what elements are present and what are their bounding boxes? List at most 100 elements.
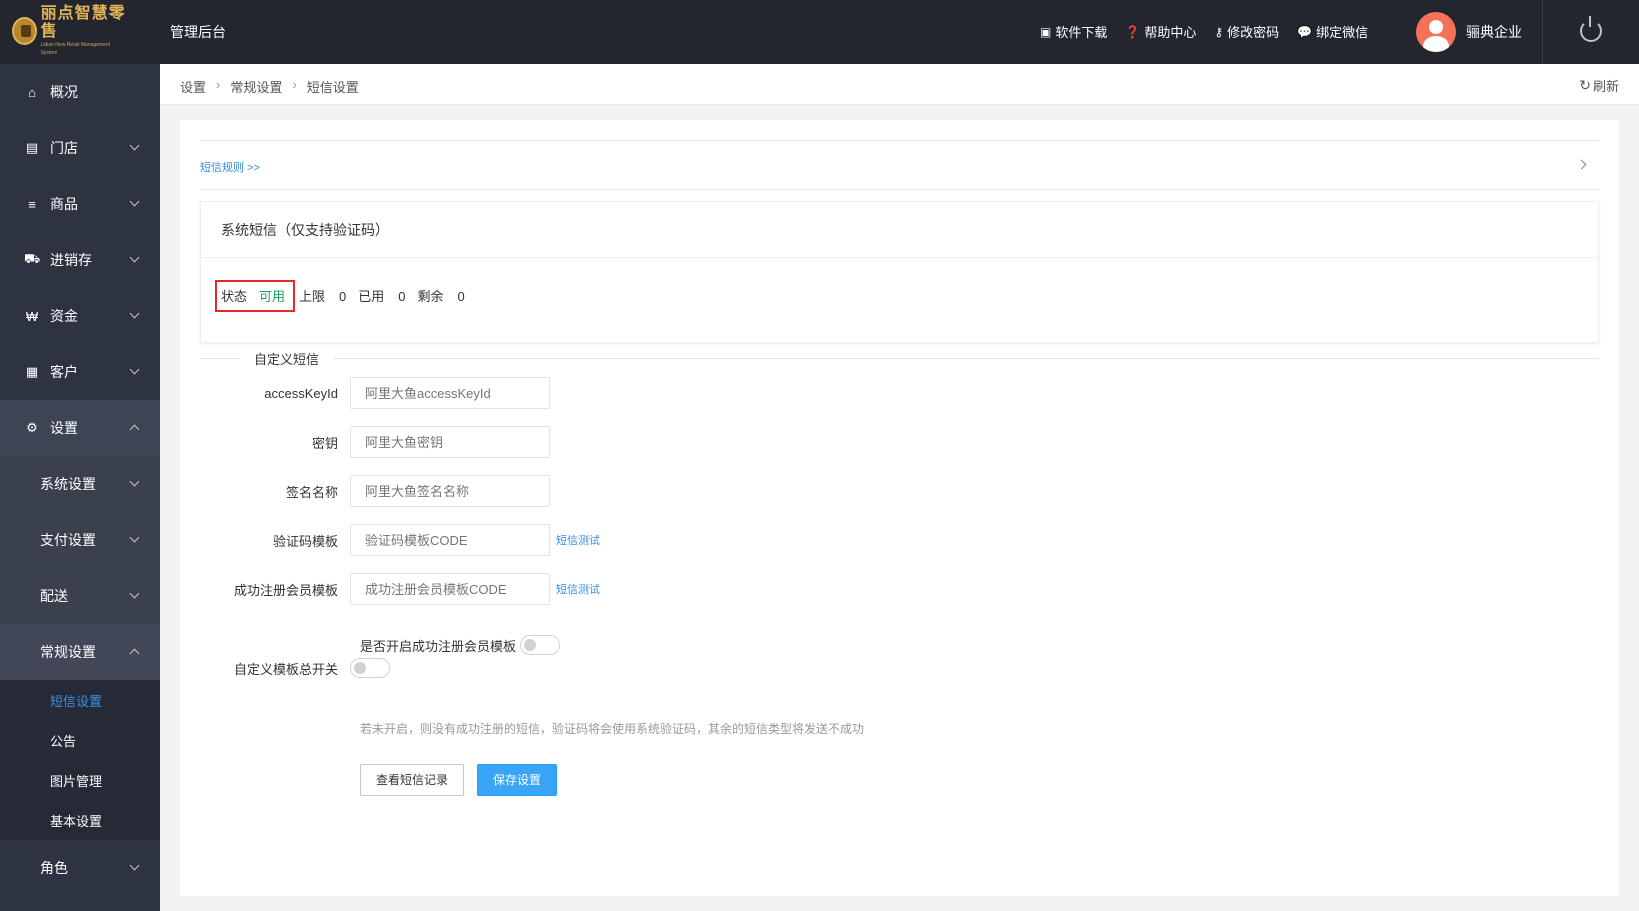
sms-rules-row[interactable]: 短信规则 >> xyxy=(200,140,1599,190)
avatar xyxy=(1416,12,1456,52)
chevron-down-icon xyxy=(129,252,140,263)
sidebar-item-goods[interactable]: ≡ 商品 xyxy=(0,176,160,232)
sms-rules-link[interactable]: 短信规则 >> xyxy=(200,159,260,175)
master-switch-label: 自定义模板总开关 xyxy=(233,661,338,677)
remain-value: 0 xyxy=(457,289,465,304)
power-icon[interactable] xyxy=(1580,16,1602,42)
chevron-down-icon xyxy=(129,196,140,207)
wechat-icon: 💬 xyxy=(1297,24,1313,39)
signature-row: 签名名称 xyxy=(200,475,550,507)
store-icon: ▣ xyxy=(1040,24,1052,39)
remain-label: 剩余 xyxy=(417,289,444,304)
secret-label: 密钥 xyxy=(311,435,338,451)
sidebar-item-settings[interactable]: ⚙ 设置 xyxy=(0,400,160,456)
register-template-toggle[interactable] xyxy=(520,635,561,655)
bind-wechat-label: 绑定微信 xyxy=(1316,25,1369,40)
breadcrumb-item[interactable]: 设置 xyxy=(180,77,206,96)
top-bar: 丽点智慧零售 Lidian New Retail Management Syst… xyxy=(0,0,1639,64)
sidebar-item-label: 门店 xyxy=(50,140,78,156)
sms-settings-card: 短信规则 >> 系统短信（仅支持验证码） 状态 可用 上限 0 已用 0 剩余 0 自定… xyxy=(180,120,1619,896)
refresh-icon: ↻ xyxy=(1579,77,1591,93)
won-icon: ₩ xyxy=(25,308,39,324)
master-template-toggle[interactable] xyxy=(350,658,390,678)
sidebar-sub-label: 常规设置 xyxy=(40,644,96,660)
verify-sms-test-link[interactable]: 短信测试 xyxy=(556,532,600,548)
register-switch-row: 是否开启成功注册会员模板 xyxy=(360,635,561,655)
sidebar-sub-general-settings[interactable]: 常规设置 xyxy=(0,624,160,680)
refresh-label: 刷新 xyxy=(1592,79,1619,94)
store-icon: ▤ xyxy=(25,140,39,155)
help-center-label: 帮助中心 xyxy=(1144,25,1197,40)
sidebar-leaf-label: 图片管理 xyxy=(50,773,103,789)
sidebar-leaf-label: 基本设置 xyxy=(50,813,103,829)
refresh-button[interactable]: ↻ 刷新 xyxy=(1579,76,1619,95)
help-center-link[interactable]: ❓ 帮助中心 xyxy=(1125,22,1196,41)
verify-template-input[interactable] xyxy=(350,524,550,556)
sidebar-sub-system-settings[interactable]: 系统设置 xyxy=(0,456,160,512)
sidebar-leaf-announcement[interactable]: 公告 xyxy=(0,720,160,760)
bind-wechat-link[interactable]: 💬 绑定微信 xyxy=(1297,22,1368,41)
sidebar-item-customers[interactable]: ▦ 客户 xyxy=(0,344,160,400)
system-sms-panel: 系统短信（仅支持验证码） 状态 可用 上限 0 已用 0 剩余 0 xyxy=(200,201,1599,343)
chevron-down-icon xyxy=(129,364,140,375)
used-label: 已用 xyxy=(358,289,385,304)
user-menu[interactable]: 骊典企业 xyxy=(1416,12,1522,52)
verify-template-label: 验证码模板 xyxy=(272,533,338,549)
sidebar-item-roles[interactable]: 角色 xyxy=(0,840,160,896)
access-key-row: accessKeyId xyxy=(200,377,550,409)
logo-title: 丽点智慧零售 xyxy=(40,5,126,40)
software-download-link[interactable]: ▣ 软件下载 xyxy=(1040,22,1107,41)
breadcrumb-item[interactable]: 常规设置 xyxy=(230,77,282,96)
chevron-up-icon xyxy=(129,424,140,435)
access-key-input[interactable] xyxy=(350,377,550,409)
remain-stat: 剩余 0 xyxy=(418,286,465,305)
access-key-label: accessKeyId xyxy=(264,385,338,401)
sidebar-leaf-basic-settings[interactable]: 基本设置 xyxy=(0,800,160,840)
sidebar-sub-label: 系统设置 xyxy=(40,476,96,492)
sidebar-leaf-image-management[interactable]: 图片管理 xyxy=(0,760,160,800)
sidebar-item-label: 角色 xyxy=(40,860,68,876)
sidebar-item-store[interactable]: ▤ 门店 xyxy=(0,120,160,176)
sidebar-sub-label: 配送 xyxy=(40,588,68,604)
list-icon: ≡ xyxy=(28,196,36,212)
admin-title: 管理后台 xyxy=(170,24,226,40)
save-settings-button[interactable]: 保存设置 xyxy=(477,764,558,796)
home-icon: ⌂ xyxy=(28,84,36,100)
status-label: 状态 xyxy=(221,289,248,304)
secret-input[interactable] xyxy=(350,426,550,458)
chevron-right-icon: › xyxy=(216,77,221,92)
truck-icon: ⛟ xyxy=(24,251,41,266)
sidebar-item-inventory[interactable]: ⛟ 进销存 xyxy=(0,232,160,288)
status-stat: 状态 可用 xyxy=(221,286,285,305)
limit-label: 上限 xyxy=(299,289,326,304)
sidebar-sub-payment-settings[interactable]: 支付设置 xyxy=(0,512,160,568)
chevron-down-icon xyxy=(129,532,140,543)
change-password-link[interactable]: ⚷ 修改密码 xyxy=(1214,22,1279,41)
chevron-down-icon xyxy=(129,140,140,151)
sidebar-item-funds[interactable]: ₩ 资金 xyxy=(0,288,160,344)
chevron-right-icon xyxy=(1576,159,1587,170)
breadcrumb-item-current: 短信设置 xyxy=(306,80,359,95)
sidebar-leaf-sms-settings[interactable]: 短信设置 xyxy=(0,680,160,720)
sidebar-item-overview[interactable]: ⌂ 概况 xyxy=(0,64,160,120)
used-stat: 已用 0 xyxy=(358,286,405,305)
register-template-input[interactable] xyxy=(350,573,550,605)
verify-template-row: 验证码模板 短信测试 xyxy=(200,524,600,556)
signature-input[interactable] xyxy=(350,475,550,507)
id-card-icon: ▦ xyxy=(25,364,39,379)
system-sms-stats: 状态 可用 上限 0 已用 0 剩余 0 xyxy=(221,286,477,305)
logo-subtitle: Lidian New Retail Management System xyxy=(40,42,111,56)
help-icon: ❓ xyxy=(1125,24,1141,39)
sidebar-item-label: 客户 xyxy=(50,364,78,380)
logo[interactable]: 丽点智慧零售 Lidian New Retail Management Syst… xyxy=(12,5,128,56)
sidebar: ⌂ 概况 ▤ 门店 ≡ 商品 ⛟ 进销存 ₩ 资金 ▦ 客户 ⚙ 设置 系统设置… xyxy=(0,64,160,911)
register-sms-test-link[interactable]: 短信测试 xyxy=(556,581,600,597)
chevron-down-icon xyxy=(129,476,140,487)
sidebar-item-label: 资金 xyxy=(50,308,78,324)
sidebar-sub-delivery[interactable]: 配送 xyxy=(0,568,160,624)
sidebar-item-label: 进销存 xyxy=(50,252,92,268)
sidebar-leaf-label: 公告 xyxy=(50,733,77,749)
view-sms-records-button[interactable]: 查看短信记录 xyxy=(360,764,465,796)
sidebar-sub-label: 支付设置 xyxy=(40,532,96,548)
top-links: ▣ 软件下载 ❓ 帮助中心 ⚷ 修改密码 💬 绑定微信 xyxy=(1040,22,1386,41)
